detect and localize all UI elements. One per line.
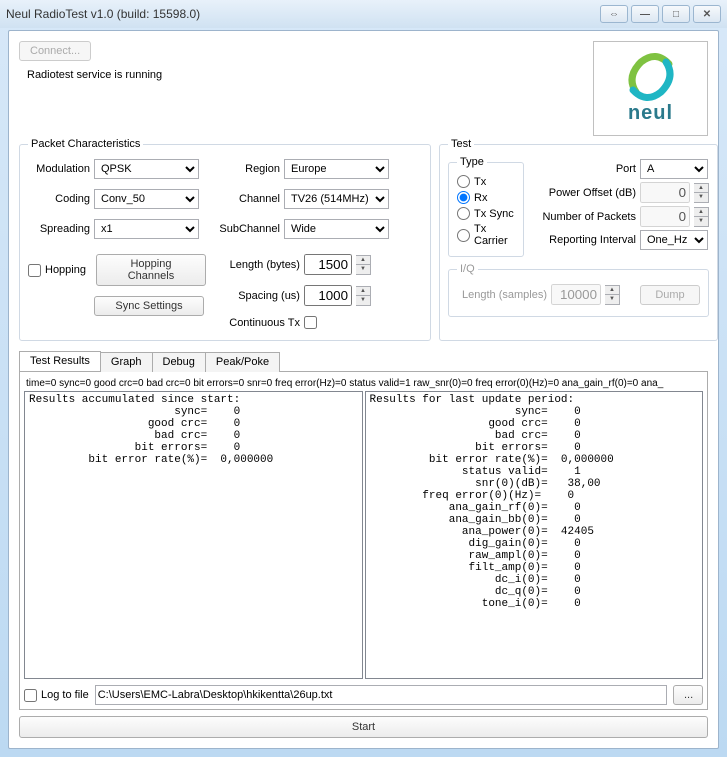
log-to-file-label: Log to file [41, 689, 89, 701]
results-tabs: Test Results Graph Debug Peak/Poke time=… [19, 351, 708, 710]
connect-button[interactable]: Connect... [19, 41, 91, 61]
subchannel-label: SubChannel [216, 223, 280, 235]
coding-select[interactable]: Conv_50 [94, 189, 199, 209]
iq-legend: I/Q [457, 263, 478, 275]
tab-debug[interactable]: Debug [152, 352, 206, 372]
packet-characteristics-group: Packet Characteristics Modulation QPSK Co… [19, 138, 431, 341]
length-spinner[interactable]: ▲▼ [356, 255, 371, 275]
region-select[interactable]: Europe [284, 159, 389, 179]
num-packets-spinner[interactable]: ▲▼ [694, 207, 709, 227]
continuous-label: Continuous Tx [216, 317, 300, 329]
log-path-input[interactable] [95, 685, 667, 705]
main-panel: Connect... Radiotest service is running … [8, 30, 719, 749]
status-text: Radiotest service is running [27, 69, 162, 81]
rx-label: Rx [474, 192, 487, 204]
modulation-label: Modulation [28, 163, 90, 175]
spacing-label: Spacing (us) [216, 290, 300, 302]
test-group: Test Type Tx Rx Tx Sync Tx Carrier Port A… [439, 138, 718, 341]
hopping-label: Hopping [45, 264, 86, 276]
length-input[interactable] [304, 254, 352, 275]
txsync-radio[interactable] [457, 207, 470, 220]
spreading-label: Spreading [28, 223, 90, 235]
txsync-label: Tx Sync [474, 208, 514, 220]
type-group: Type Tx Rx Tx Sync Tx Carrier [448, 156, 524, 257]
tx-radio[interactable] [457, 175, 470, 188]
port-label: Port [530, 163, 636, 175]
titlebar: Neul RadioTest v1.0 (build: 15598.0) ⇔ —… [0, 0, 727, 28]
close-icon[interactable]: ✕ [693, 5, 721, 23]
window-title: Neul RadioTest v1.0 (build: 15598.0) [6, 7, 597, 21]
power-offset-label: Power Offset (dB) [530, 187, 636, 199]
results-right-pane: Results for last update period: sync= 0 … [365, 391, 704, 679]
spreading-select[interactable]: x1 [94, 219, 199, 239]
txcarrier-label: Tx Carrier [474, 223, 515, 247]
start-button[interactable]: Start [19, 716, 708, 738]
tab-peak-poke[interactable]: Peak/Poke [205, 352, 280, 372]
channel-select[interactable]: TV26 (514MHz) [284, 189, 389, 209]
coding-label: Coding [28, 193, 90, 205]
tx-label: Tx [474, 176, 486, 188]
results-left-pane: Results accumulated since start: sync= 0… [24, 391, 363, 679]
channel-label: Channel [216, 193, 280, 205]
tab-test-results[interactable]: Test Results [19, 351, 101, 371]
reporting-label: Reporting Interval [530, 234, 636, 246]
minimize-icon[interactable]: — [631, 5, 659, 23]
type-legend: Type [457, 156, 487, 168]
power-offset-input[interactable] [640, 182, 690, 203]
modulation-select[interactable]: QPSK [94, 159, 199, 179]
browse-button[interactable]: ... [673, 685, 703, 705]
iq-length-input [551, 284, 601, 305]
maximize-icon[interactable]: □ [662, 5, 690, 23]
hopping-checkbox[interactable] [28, 264, 41, 277]
restore-down-icon[interactable]: ⇔ [600, 5, 628, 23]
iq-group: I/Q Length (samples) ▲▼ Dump [448, 263, 709, 317]
dump-button: Dump [640, 285, 700, 305]
subchannel-select[interactable]: Wide [284, 219, 389, 239]
logo-swirl-icon [621, 52, 681, 102]
results-summary-line: time=0 sync=0 good crc=0 bad crc=0 bit e… [24, 376, 703, 391]
test-legend: Test [448, 138, 474, 150]
spacing-input[interactable] [304, 285, 352, 306]
iq-length-spinner: ▲▼ [605, 285, 620, 305]
reporting-select[interactable]: One_Hz [640, 230, 708, 250]
log-to-file-checkbox[interactable] [24, 689, 37, 702]
tab-graph[interactable]: Graph [100, 352, 153, 372]
num-packets-input[interactable] [640, 206, 690, 227]
hopping-channels-button[interactable]: Hopping Channels [96, 254, 206, 286]
power-offset-spinner[interactable]: ▲▼ [694, 183, 709, 203]
txcarrier-radio[interactable] [457, 229, 470, 242]
sync-settings-button[interactable]: Sync Settings [94, 296, 204, 316]
packet-legend: Packet Characteristics [28, 138, 143, 150]
spacing-spinner[interactable]: ▲▼ [356, 286, 371, 306]
num-packets-label: Number of Packets [530, 211, 636, 223]
continuous-tx-checkbox[interactable] [304, 316, 317, 329]
iq-length-label: Length (samples) [457, 289, 547, 301]
logo: neul [593, 41, 708, 136]
length-label: Length (bytes) [216, 259, 300, 271]
port-select[interactable]: A [640, 159, 708, 179]
region-label: Region [216, 163, 280, 175]
rx-radio[interactable] [457, 191, 470, 204]
logo-text: neul [628, 102, 673, 125]
